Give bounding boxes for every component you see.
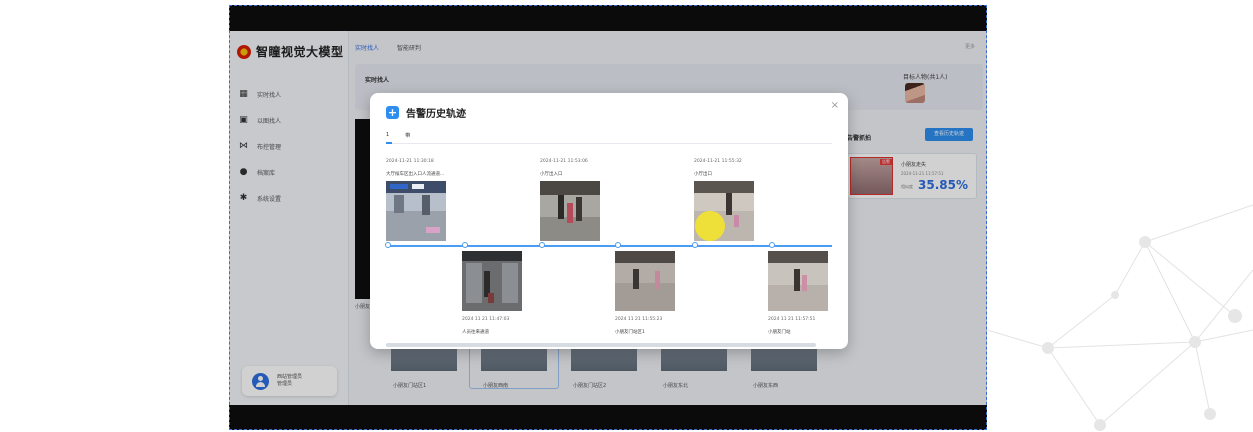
alarm-history-track-modal: + 告警历史轨迹 × 1 带 2024-11-21 11:30:18 大厅候车区…	[370, 93, 848, 349]
timeline-node[interactable]	[692, 242, 698, 248]
plus-icon: +	[386, 106, 399, 119]
event-location: 人员往来通道	[462, 330, 489, 335]
active-tab-indicator	[386, 142, 392, 144]
cursor-highlight	[695, 211, 725, 241]
timeline-node[interactable]	[539, 242, 545, 248]
event-snapshot[interactable]	[462, 251, 522, 311]
event-location: 小朋友门站	[768, 330, 791, 335]
tab-divider	[386, 143, 832, 144]
event-snapshot[interactable]	[615, 251, 675, 311]
event-snapshot[interactable]	[386, 181, 446, 241]
close-icon[interactable]: ×	[831, 100, 839, 111]
screen-recording-frame: 智瞳视觉大模型 ▦ 实时找人 ▣ 以图找人 ⋈ 布控管理 ● 档案库 ✱ 系统设…	[229, 5, 987, 430]
timeline-node[interactable]	[769, 242, 775, 248]
event-time: 2024-11-21 11:30:18	[386, 159, 434, 164]
event-time: 2024-11-21 11:55:32	[694, 159, 742, 164]
app-screen: 智瞳视觉大模型 ▦ 实时找人 ▣ 以图找人 ⋈ 布控管理 ● 档案库 ✱ 系统设…	[229, 31, 987, 405]
timeline-node[interactable]	[615, 242, 621, 248]
horizontal-scrollbar[interactable]	[386, 343, 816, 347]
modal-tab[interactable]: 1	[386, 132, 389, 139]
event-snapshot[interactable]	[540, 181, 600, 241]
event-location: 小厅出入口	[540, 172, 563, 177]
event-snapshot[interactable]	[768, 251, 828, 311]
track-timeline	[388, 245, 832, 247]
modal-tab[interactable]: 带	[405, 132, 410, 139]
modal-title: 告警历史轨迹	[406, 109, 466, 120]
modal-tabs: 1 带	[386, 132, 410, 139]
event-location: 大厅候车区出入口人流通道...	[386, 172, 445, 177]
timeline-node[interactable]	[462, 242, 468, 248]
modal-header: + 告警历史轨迹	[386, 105, 466, 120]
event-time: 2024 11 21 11:55:23	[615, 317, 663, 322]
event-location: 小朋友门站区1	[615, 330, 645, 335]
event-time: 2024-11-21 11:53:06	[540, 159, 588, 164]
event-location: 小厅出口	[694, 172, 712, 177]
event-time: 2024 11 21 11:57:51	[768, 317, 816, 322]
event-time: 2024 11 21 11:47:03	[462, 317, 510, 322]
timeline-node[interactable]	[385, 242, 391, 248]
